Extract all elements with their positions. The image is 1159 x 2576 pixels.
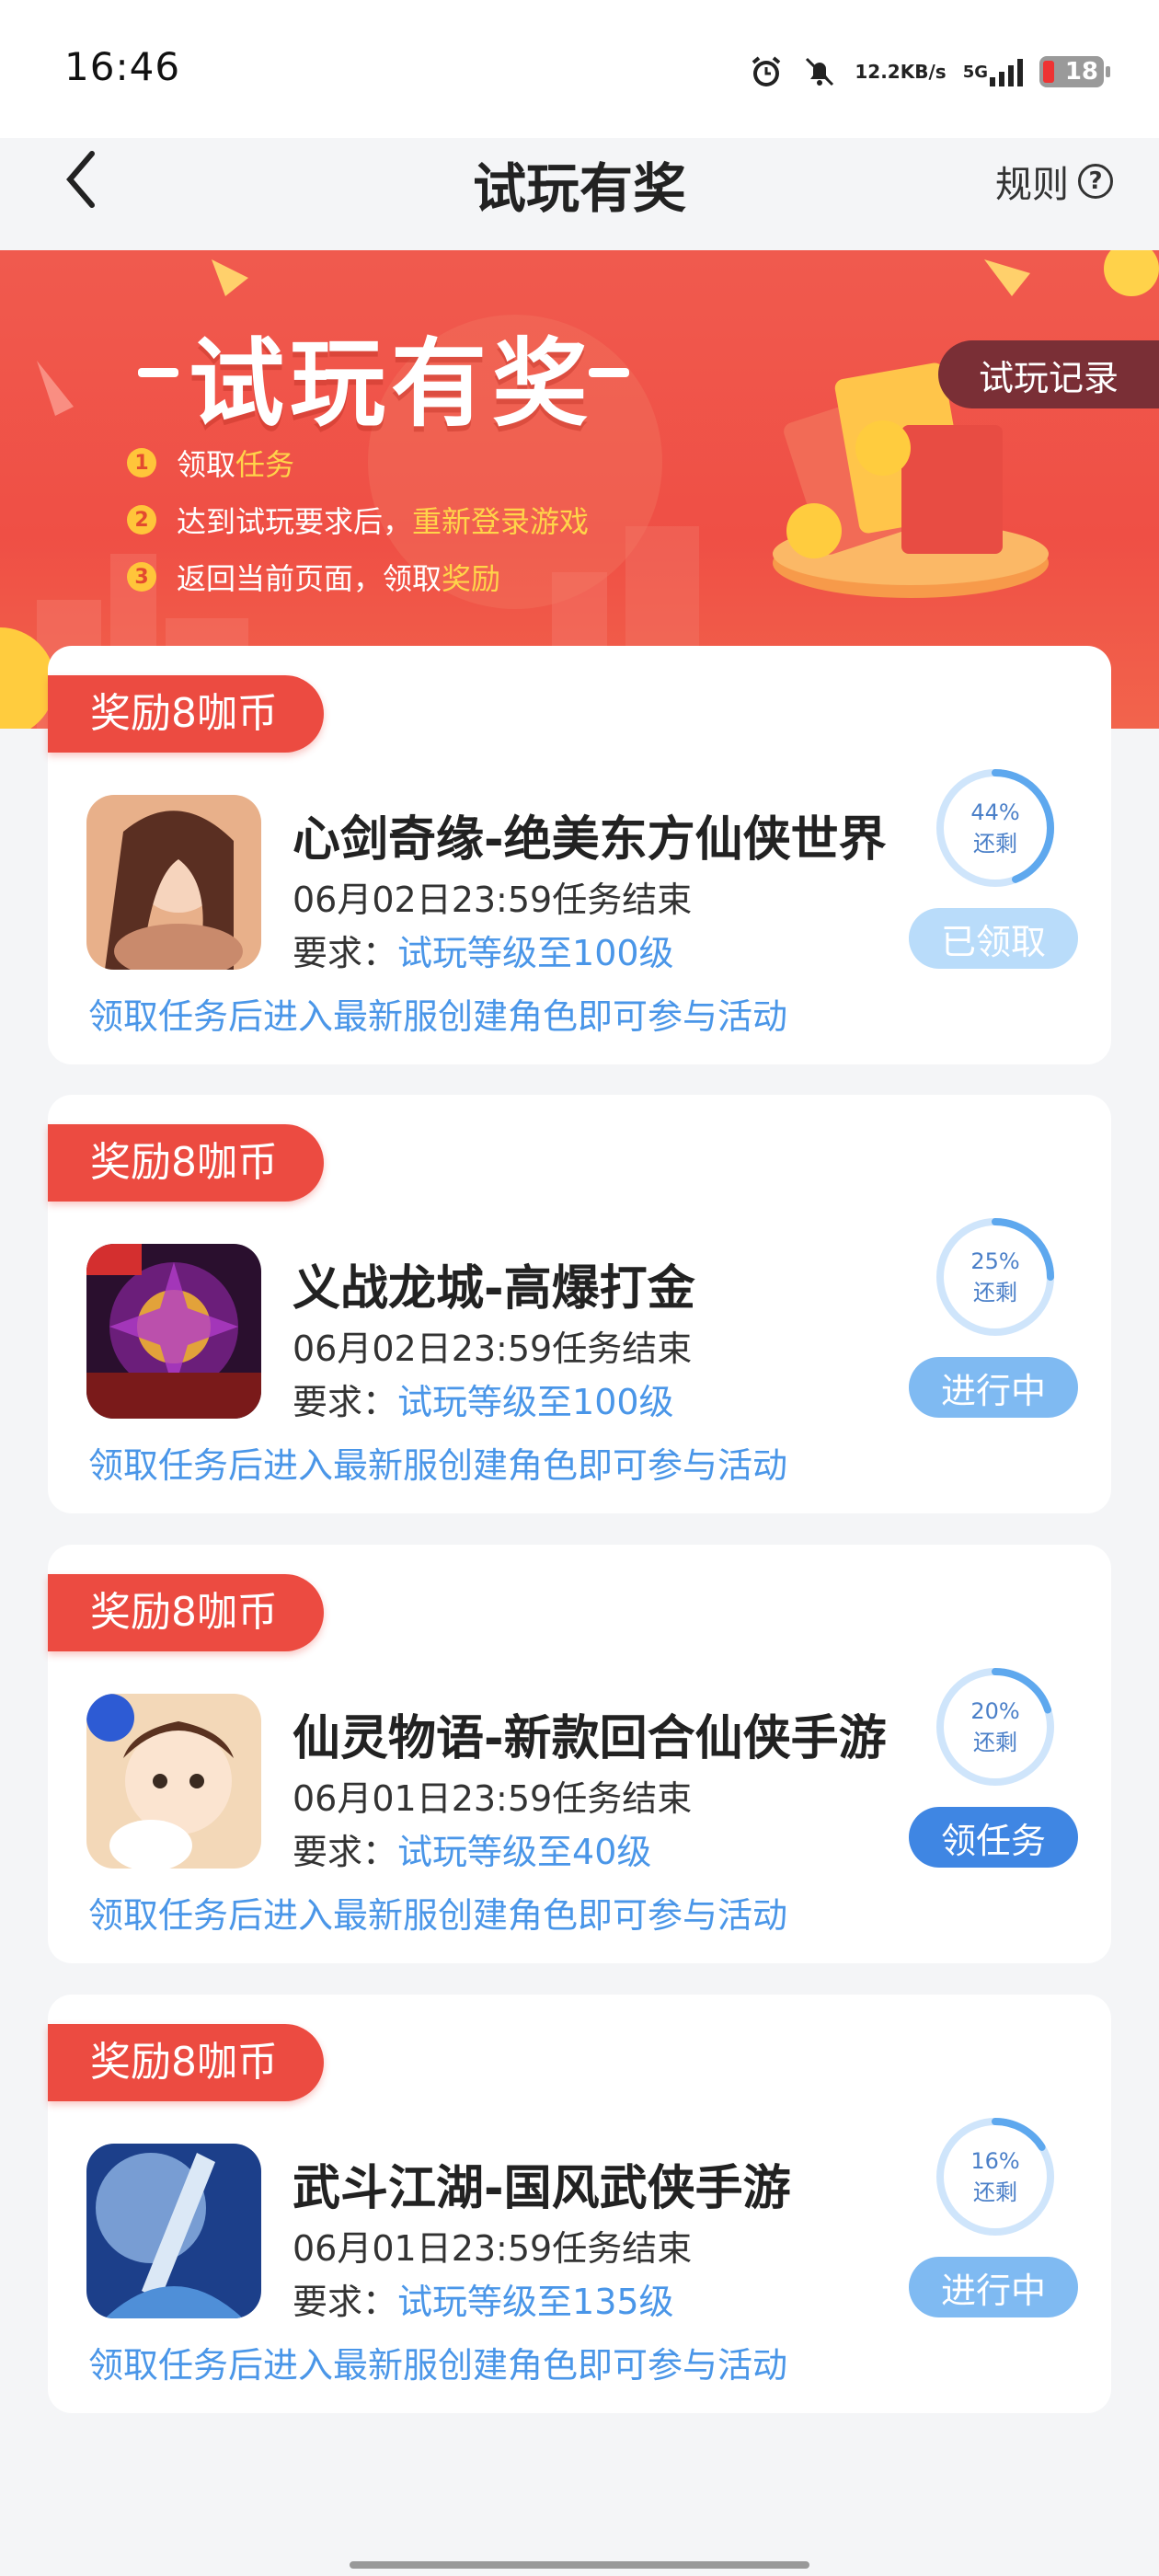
- page-title: 试玩有奖: [472, 157, 686, 220]
- title-dash-left: [138, 368, 178, 377]
- task-deadline: 06月02日23:59任务结束: [293, 1328, 693, 1369]
- progress-label: 20% 还剩: [970, 1698, 1020, 1755]
- reward-tag: 奖励8咖币: [48, 2024, 324, 2101]
- trial-record-button[interactable]: 试玩记录: [938, 340, 1159, 408]
- task-status-button[interactable]: 进行中: [909, 2257, 1078, 2317]
- status-time: 16:46: [64, 44, 181, 89]
- task-card: 奖励8咖币 仙灵物语-新款回合仙侠手游 06月01日23:59任务结束 要求：试…: [48, 1545, 1111, 1963]
- rules-button[interactable]: 规则 ?: [995, 155, 1113, 208]
- task-status-button[interactable]: 已领取: [909, 908, 1078, 969]
- reward-tag: 奖励8咖币: [48, 1124, 324, 1202]
- task-card: 奖励8咖币 心剑奇缘-绝美东方仙侠世界 06月02日23:59任务结束 要求：试…: [48, 646, 1111, 1064]
- game-icon[interactable]: [86, 2144, 261, 2318]
- game-icon[interactable]: [86, 795, 261, 970]
- help-icon: ?: [1078, 164, 1113, 199]
- step-item: 1 领取 任务: [127, 434, 589, 491]
- game-icon[interactable]: [86, 1694, 261, 1869]
- task-requirement: 要求：试玩等级至100级: [293, 1382, 674, 1422]
- progress-label: 44% 还剩: [970, 799, 1020, 857]
- home-indicator[interactable]: [350, 2561, 809, 2569]
- title-dash-right: [589, 368, 629, 377]
- battery-icon: 18: [1039, 56, 1110, 87]
- task-deadline: 06月02日23:59任务结束: [293, 880, 693, 920]
- reward-tag: 奖励8咖币: [48, 675, 324, 753]
- step-item: 3 返回当前页面，领取 奖励: [127, 548, 589, 605]
- progress-label: 16% 还剩: [970, 2148, 1020, 2205]
- mute-bell-icon: [801, 53, 838, 90]
- alarm-icon: [748, 53, 785, 90]
- task-deadline: 06月01日23:59任务结束: [293, 2228, 693, 2269]
- steps-list: 1 领取 任务 2 达到试玩要求后， 重新登录游戏 3 返回当前页面，领取 奖励: [127, 434, 589, 605]
- task-status-button[interactable]: 领任务: [909, 1807, 1078, 1868]
- progress-label: 25% 还剩: [970, 1248, 1020, 1305]
- task-note: 领取任务后进入最新服创建角色即可参与活动: [88, 2345, 788, 2386]
- task-note: 领取任务后进入最新服创建角色即可参与活动: [88, 996, 788, 1037]
- game-title: 武斗江湖-国风武侠手游: [293, 2161, 791, 2216]
- status-icons: 12.2 KB/s 5G 18: [748, 44, 1110, 99]
- signal-icon: 5G: [963, 57, 1023, 86]
- step-item: 2 达到试玩要求后， 重新登录游戏: [127, 491, 589, 548]
- reward-tag: 奖励8咖币: [48, 1574, 324, 1651]
- task-note: 领取任务后进入最新服创建角色即可参与活动: [88, 1445, 788, 1486]
- banner-title: 试玩有奖: [189, 328, 594, 440]
- game-title: 义战龙城-高爆打金: [293, 1261, 695, 1317]
- task-card: 奖励8咖币 义战龙城-高爆打金 06月02日23:59任务结束 要求：试玩等级至…: [48, 1095, 1111, 1513]
- status-bar: 16:46 12.2 KB/s 5G 18: [0, 0, 1159, 138]
- task-status-button[interactable]: 进行中: [909, 1357, 1078, 1418]
- task-card: 奖励8咖币 武斗江湖-国风武侠手游 06月01日23:59任务结束 要求：试玩等…: [48, 1995, 1111, 2413]
- rules-label: 规则: [995, 164, 1069, 206]
- game-icon[interactable]: [86, 1244, 261, 1419]
- task-requirement: 要求：试玩等级至135级: [293, 2282, 674, 2322]
- task-deadline: 06月01日23:59任务结束: [293, 1778, 693, 1819]
- network-speed: 12.2 KB/s: [855, 61, 947, 83]
- game-title: 心剑奇缘-绝美东方仙侠世界: [293, 812, 887, 868]
- task-requirement: 要求：试玩等级至40级: [293, 1832, 652, 1872]
- task-requirement: 要求：试玩等级至100级: [293, 933, 674, 973]
- task-note: 领取任务后进入最新服创建角色即可参与活动: [88, 1895, 788, 1936]
- game-title: 仙灵物语-新款回合仙侠手游: [293, 1711, 887, 1766]
